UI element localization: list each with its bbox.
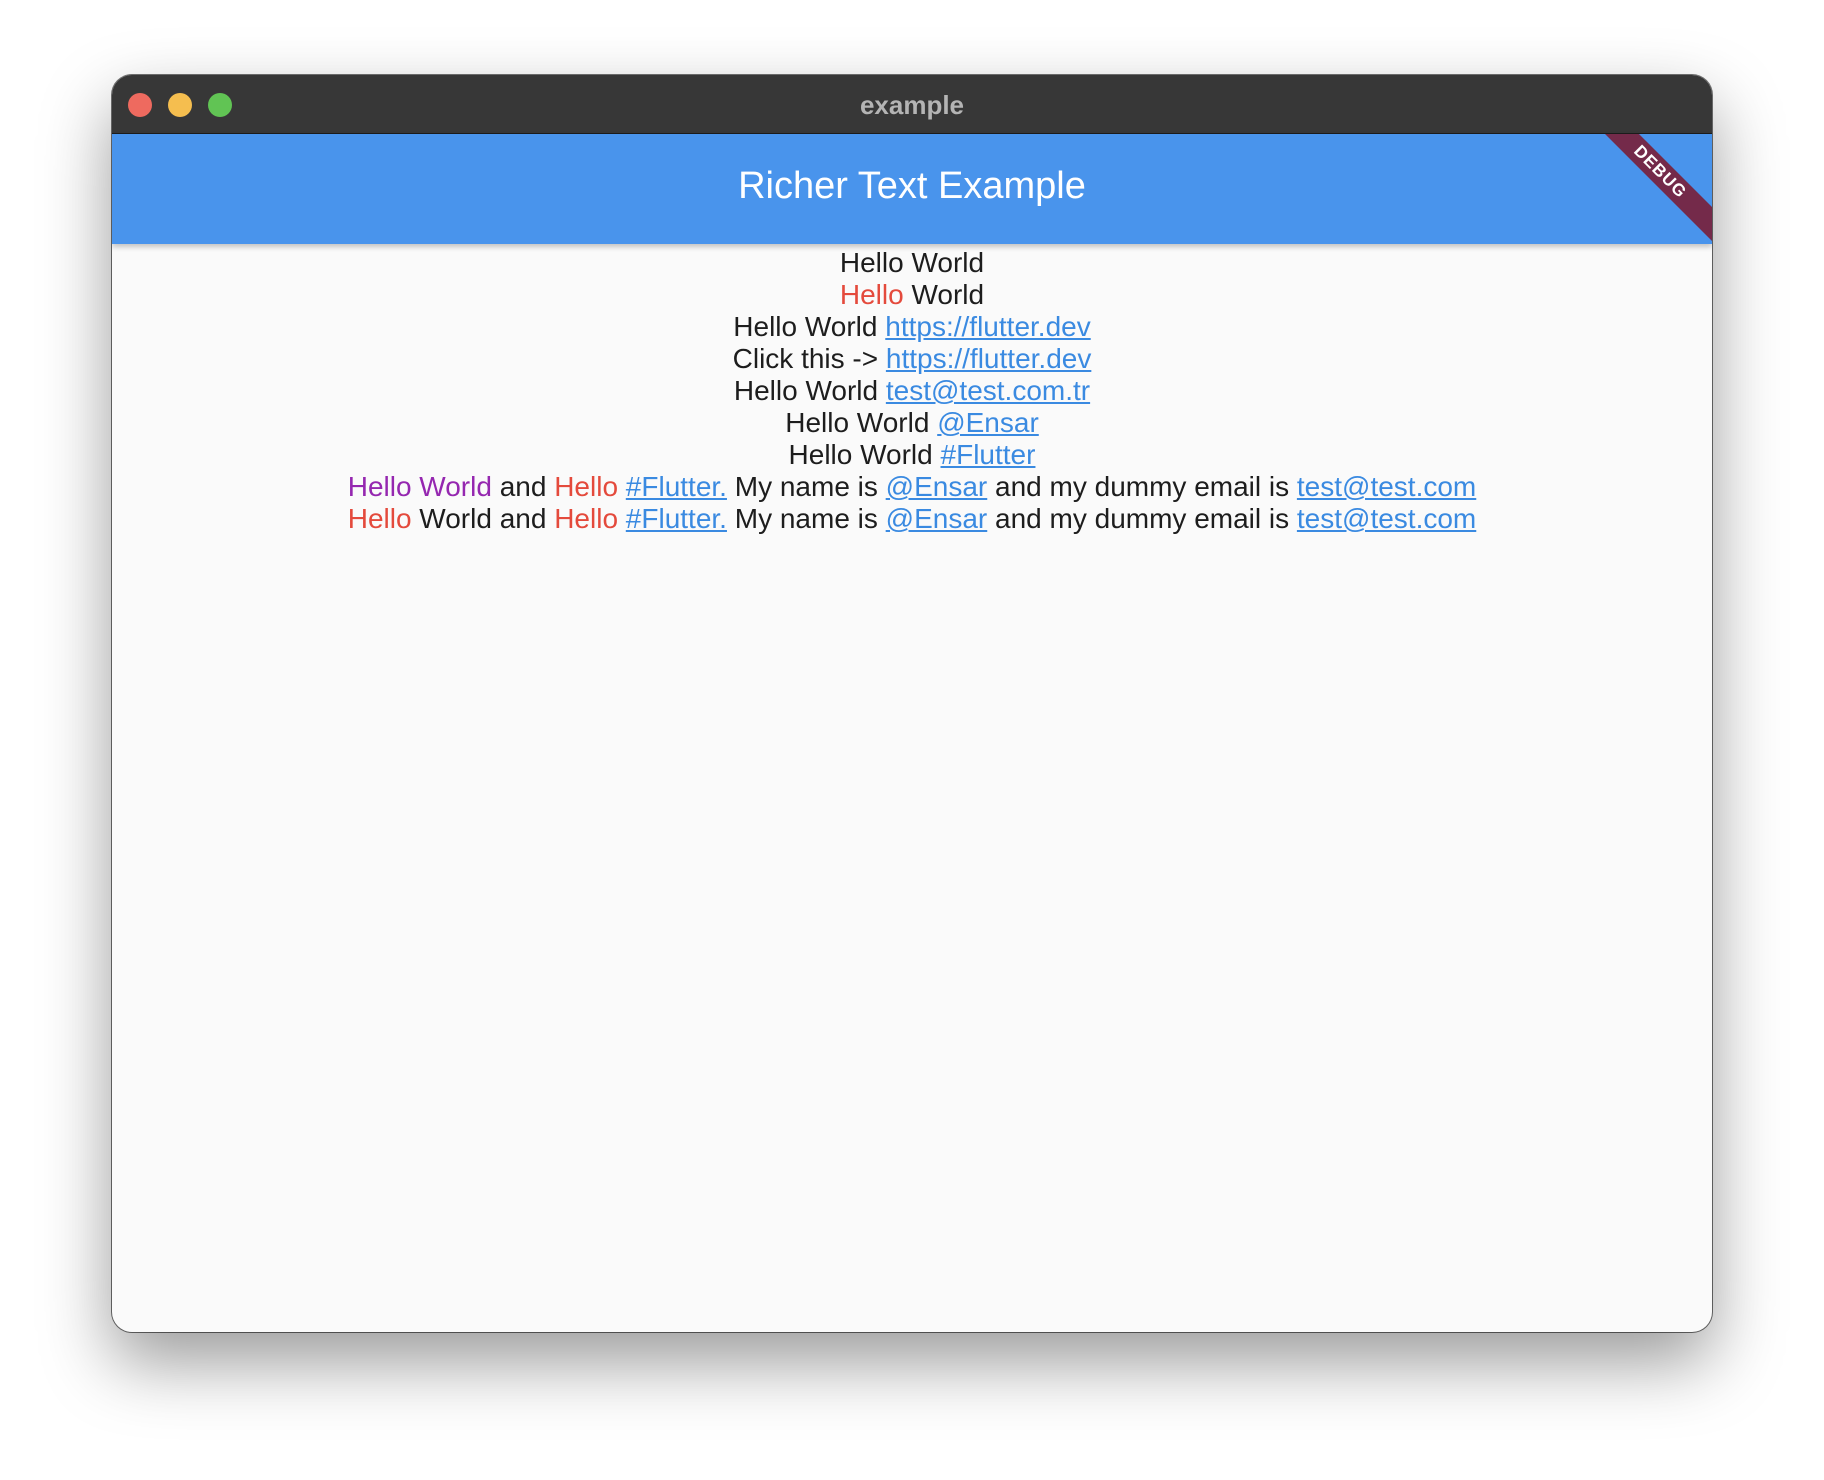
mention-link[interactable]: @Ensar [886, 471, 988, 502]
text-line-1: Hello World [112, 247, 1712, 279]
highlighted-text: Hello [554, 471, 619, 502]
plain-text: Hello World [788, 439, 941, 470]
plain-text: My name is [726, 471, 886, 502]
plain-text: Hello World [839, 247, 985, 278]
text-line-5: Hello World test@test.com.tr [112, 375, 1712, 407]
plain-text: and my dummy email is [987, 471, 1297, 502]
text-line-6: Hello World @Ensar [112, 407, 1712, 439]
plain-text: and my dummy email is [987, 503, 1297, 534]
plain-text: and [491, 471, 555, 502]
highlighted-text: Hello World [347, 471, 492, 502]
text-line-4: Click this -> https://flutter.dev [112, 343, 1712, 375]
plain-text: World and [411, 503, 555, 534]
text-line-3: Hello World https://flutter.dev [112, 311, 1712, 343]
highlighted-text: Hello [839, 279, 904, 310]
plain-text [618, 471, 626, 502]
plain-text: Hello World [733, 375, 886, 406]
url-link[interactable]: https://flutter.dev [886, 343, 1091, 374]
highlighted-text: Hello [554, 503, 619, 534]
mention-link[interactable]: @Ensar [937, 407, 1039, 438]
rich-text-list: Hello World Hello World Hello World http… [112, 244, 1712, 535]
app-bar: Richer Text Example DEBUG [112, 134, 1712, 244]
plain-text: My name is [726, 503, 886, 534]
hashtag-link[interactable]: #Flutter. [626, 471, 727, 502]
text-line-7: Hello World #Flutter [112, 439, 1712, 471]
plain-text: World [903, 279, 985, 310]
window-title: example [859, 90, 965, 120]
email-link[interactable]: test@test.com [1297, 503, 1476, 534]
text-line-9: Hello World and Hello #Flutter. My name … [112, 503, 1712, 535]
app-window: example Richer Text Example DEBUG Hello … [112, 75, 1712, 1332]
plain-text: Hello World [785, 407, 938, 438]
highlighted-text: Hello [347, 503, 412, 534]
hashtag-link[interactable]: #Flutter [941, 439, 1036, 470]
mention-link[interactable]: @Ensar [886, 503, 988, 534]
url-link[interactable]: https://flutter.dev [885, 311, 1090, 342]
app-bar-title: Richer Text Example [738, 165, 1086, 207]
email-link[interactable]: test@test.com [1297, 471, 1476, 502]
plain-text: Click this -> [732, 343, 886, 374]
plain-text [618, 503, 626, 534]
title-bar[interactable]: example [112, 75, 1712, 134]
hashtag-link[interactable]: #Flutter. [626, 503, 727, 534]
plain-text: Hello World [733, 311, 886, 342]
text-line-2: Hello World [112, 279, 1712, 311]
text-line-8: Hello World and Hello #Flutter. My name … [112, 471, 1712, 503]
desktop: example Richer Text Example DEBUG Hello … [0, 0, 1824, 1480]
email-link[interactable]: test@test.com.tr [886, 375, 1090, 406]
